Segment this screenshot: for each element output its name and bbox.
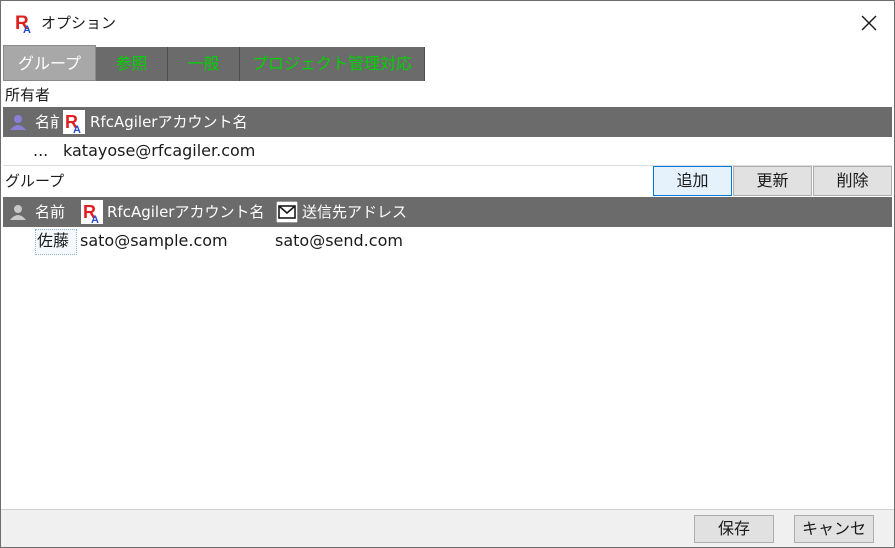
person-icon: [10, 205, 26, 220]
rfcagiler-logo-icon: R A: [15, 13, 31, 34]
group-section-label: グループ: [5, 172, 65, 190]
group-send-address-cell: sato@send.com: [275, 231, 403, 250]
svg-text:A: A: [23, 24, 31, 34]
save-button[interactable]: 保存: [694, 515, 774, 543]
close-button[interactable]: [849, 5, 889, 41]
close-icon: [861, 15, 877, 31]
group-column-send-address[interactable]: 送信先アドレス: [302, 197, 407, 227]
owner-column-name[interactable]: 名前: [35, 107, 59, 137]
tab-reference[interactable]: 参照: [96, 47, 168, 81]
cancel-button[interactable]: キャンセル: [794, 515, 874, 547]
title-bar: R A オプション: [1, 1, 894, 45]
svg-text:A: A: [91, 214, 99, 224]
owner-section-label: 所有者: [5, 86, 51, 104]
group-column-account[interactable]: RfcAgilerアカウント名: [107, 197, 264, 227]
group-grid: 佐藤 sato@sample.com sato@send.com: [3, 227, 892, 509]
tab-general[interactable]: 一般: [168, 47, 240, 81]
person-icon: [10, 115, 26, 130]
group-account-cell: sato@sample.com: [80, 231, 228, 250]
group-name-cell: 佐藤: [37, 231, 70, 250]
options-dialog: R A オプション グループ 参照 一般 プロジェクト管理対応 所有者 名前 R…: [0, 0, 895, 548]
rfcagiler-account-icon: R A: [81, 200, 103, 224]
mail-icon: [276, 201, 298, 223]
group-column-name[interactable]: 名前: [35, 197, 65, 227]
svg-text:A: A: [73, 124, 81, 134]
tab-group[interactable]: グループ: [3, 45, 96, 81]
owner-name-cell: ...: [33, 141, 49, 160]
owner-column-account[interactable]: RfcAgilerアカウント名: [90, 107, 247, 137]
tab-strip: グループ 参照 一般 プロジェクト管理対応: [1, 45, 894, 81]
update-button[interactable]: 更新: [733, 166, 812, 196]
dialog-footer: 保存 キャンセル: [1, 509, 894, 547]
add-button[interactable]: 追加: [653, 166, 732, 196]
tab-project-management[interactable]: プロジェクト管理対応: [240, 47, 425, 81]
owner-account-cell: katayose@rfcagiler.com: [63, 141, 256, 160]
window-title: オプション: [41, 14, 117, 32]
delete-button[interactable]: 削除: [813, 166, 892, 196]
group-grid-header: 名前 R A RfcAgilerアカウント名 送信先アドレス: [3, 197, 892, 227]
rfcagiler-account-icon: R A: [63, 110, 85, 134]
owner-grid: ... katayose@rfcagiler.com: [3, 137, 892, 166]
owner-grid-header: 名前 R A RfcAgilerアカウント名: [3, 107, 892, 137]
